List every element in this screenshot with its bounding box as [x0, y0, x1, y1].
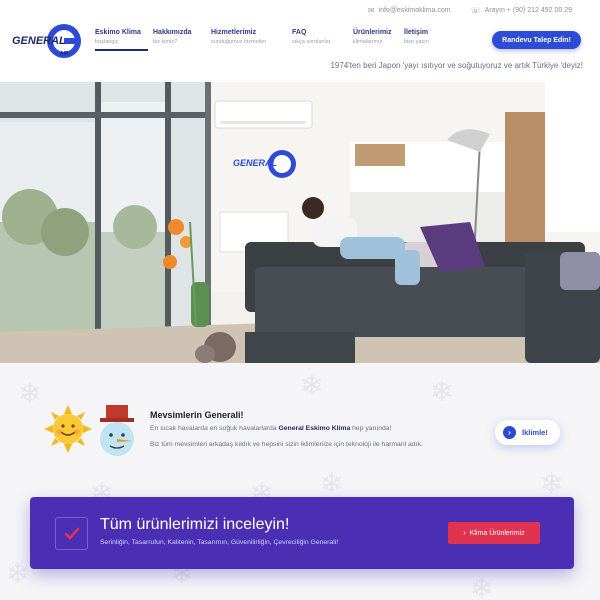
nav-subtitle: bize yazın: [404, 39, 429, 45]
checkmark-icon: [55, 517, 88, 550]
nav-title: Ürünlerimiz: [353, 29, 392, 36]
active-indicator: [95, 49, 148, 51]
envelope-icon: ✉: [367, 6, 375, 15]
products-subtitle: Serinliğin, Tasarrufun, Kalitenin, Tasar…: [100, 539, 339, 546]
nav-subtitle: sıkça sorulanlar: [292, 39, 331, 45]
snowman-icon: [94, 405, 140, 462]
logo-sub: AIR: [60, 51, 69, 57]
nav-item-faq[interactable]: FAQ sıkça sorulanlar: [292, 29, 346, 51]
products-button-label: Klima Ürünlerimiz: [469, 529, 525, 537]
nav-subtitle: biz kimiz?: [153, 39, 178, 45]
nav-title: Eskimo Klima: [95, 29, 141, 36]
products-banner: Tüm ürünlerimizi inceleyin! Serinliğin, …: [30, 497, 574, 569]
iklimle-button[interactable]: › İklimle!: [495, 420, 560, 445]
iklimle-label: İklimle!: [522, 428, 548, 437]
nav-subtitle: sunduğumuz hizmetler: [211, 39, 267, 45]
products-button[interactable]: › Klima Ürünlerimiz: [448, 522, 540, 544]
general-air-logo[interactable]: GENERAL AIR: [10, 22, 82, 60]
nav-title: İletişim: [404, 29, 429, 36]
brand-emphasis: General Eskimo Klima: [278, 425, 351, 432]
contact-bar: ✉ info@eskimoklima.com ☏ Arayın + (90) 2…: [368, 6, 572, 15]
season-line-2: Biz tüm mevsimleri arkadaş kıldık ve hep…: [150, 441, 423, 448]
nav-item-home[interactable]: Eskimo Klima başlangıç: [95, 29, 148, 51]
phone-link[interactable]: ☏ Arayın + (90) 212 492 00 29: [471, 6, 572, 15]
nav-subtitle: klimalarımız: [353, 39, 383, 45]
phone-text: Arayın + (90) 212 492 00 29: [484, 7, 572, 14]
hero-logo-word: GENERAL: [233, 158, 277, 168]
main-nav: Eskimo Klima başlangıç Hakkımızda biz ki…: [95, 29, 451, 51]
nav-item-about[interactable]: Hakkımızda biz kimiz?: [153, 29, 204, 51]
phone-icon: ☏: [470, 6, 481, 15]
nav-subtitle: başlangıç: [95, 39, 119, 45]
chevron-right-icon: ›: [463, 529, 466, 537]
email-link[interactable]: ✉ info@eskimoklima.com: [368, 6, 451, 15]
tagline: 1974'ten beri Japon 'yayı ısıtıyor ve so…: [330, 61, 583, 70]
logo-word: GENERAL: [12, 35, 66, 47]
nav-title: Hakkımızda: [153, 29, 192, 36]
season-heading: Mevsimlerin Generali!: [150, 410, 244, 420]
nav-item-contact[interactable]: İletişim bize yazın: [404, 29, 444, 51]
nav-title: FAQ: [292, 29, 307, 36]
sun-icon: [44, 405, 92, 458]
products-title: Tüm ürünlerimizi inceleyin!: [100, 516, 290, 533]
hero-image: GENERAL: [0, 82, 600, 363]
nav-item-services[interactable]: Hizmetlerimiz sunduğumuz hizmetler: [211, 29, 285, 51]
season-text-block: Mevsimlerin Generali! En sıcak havalarda…: [150, 410, 480, 452]
nav-item-products[interactable]: Ürünlerimiz klimalarımız: [353, 29, 397, 51]
appointment-button[interactable]: Randevu Talep Edin!: [492, 31, 581, 49]
nav-title: Hizmetlerimiz: [211, 29, 257, 36]
chevron-right-icon: ›: [503, 426, 516, 439]
email-text: info@eskimoklima.com: [378, 7, 451, 14]
season-line-1: En sıcak havalarda en soğuk havalarlarda…: [150, 425, 392, 432]
